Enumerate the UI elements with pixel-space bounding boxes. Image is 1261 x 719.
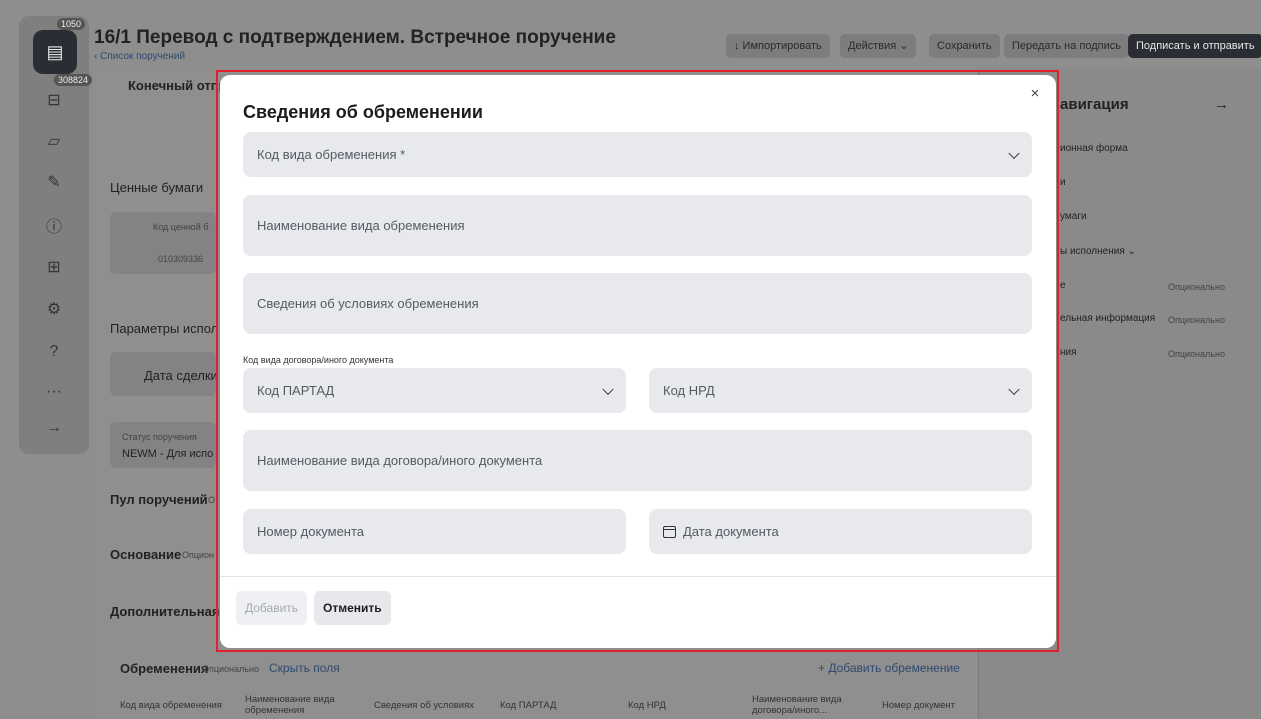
hide-fields-link[interactable]: Скрыть поля xyxy=(269,661,340,675)
add-button[interactable]: Добавить xyxy=(236,591,308,625)
additional-title: Дополнительная xyxy=(110,604,220,619)
exec-params-title: Параметры испол xyxy=(110,321,219,336)
encumbrances-title: Обременения xyxy=(120,661,209,676)
nav-item-optional: Опционально xyxy=(1168,315,1225,325)
navigation-collapse-icon[interactable]: → xyxy=(1214,96,1229,113)
security-code-value: 010309336 xyxy=(158,254,204,264)
nav-item[interactable]: е xyxy=(1060,280,1066,291)
final-sender-label: Конечный отпр xyxy=(128,78,227,93)
doc-number-input[interactable]: Номер документа xyxy=(243,509,626,554)
nav-item[interactable]: умаги xyxy=(1060,211,1087,222)
help-icon[interactable]: ? xyxy=(42,340,66,364)
actions-button[interactable]: Действия ⌄ xyxy=(840,34,917,58)
basis-optional: Опцион xyxy=(182,550,215,560)
sign-and-send-button[interactable]: Подписать и отправить xyxy=(1128,34,1261,58)
security-code-header: Код ценной б xyxy=(153,222,209,232)
notification-badge: 1050 xyxy=(57,18,86,30)
encumbrance-name-input[interactable]: Наименование вида обременения xyxy=(243,195,1032,256)
grid-icon[interactable]: ⊞ xyxy=(42,256,66,280)
send-to-sign-button[interactable]: Передать на подпись xyxy=(1004,34,1129,58)
inbox-icon[interactable]: ⊟ xyxy=(42,89,66,113)
basis-title: Основание xyxy=(110,547,182,562)
doc-number-placeholder: Номер документа xyxy=(257,524,365,539)
table-header-contract-name: Наименование вида договора/иного... xyxy=(752,694,842,716)
conditions-input[interactable]: Сведения об условиях обременения xyxy=(243,273,1032,334)
nav-item[interactable]: ельная информация xyxy=(1060,313,1155,324)
encumbrance-code-select[interactable]: Код вида обременения * xyxy=(243,132,1032,177)
add-encumbrance-link[interactable]: + Добавить обременение xyxy=(818,661,960,675)
table-header-encumbrance-code: Код вида обременения xyxy=(120,700,222,711)
close-icon[interactable]: × xyxy=(1026,85,1044,103)
doc-date-input[interactable]: Дата документа xyxy=(649,509,1032,554)
table-header-doc-number: Номер документ xyxy=(882,700,956,711)
nav-item[interactable]: ионная форма xyxy=(1060,143,1128,154)
info-icon[interactable]: ⓘ xyxy=(42,216,66,240)
count-badge: 308824 xyxy=(54,74,93,86)
status-value: NEWM - Для испо xyxy=(122,448,214,460)
securities-section-title: Ценные бумаги xyxy=(110,180,204,195)
contract-name-input[interactable]: Наименование вида договора/иного докумен… xyxy=(243,430,1032,491)
table-header-partad: Код ПАРТАД xyxy=(500,700,557,711)
calendar-icon xyxy=(663,525,676,538)
encumbrance-name-placeholder: Наименование вида обременения xyxy=(257,218,465,233)
document-icon[interactable]: ▤ xyxy=(33,30,77,74)
conditions-placeholder: Сведения об условиях обременения xyxy=(257,296,479,311)
encumbrance-code-placeholder: Код вида обременения * xyxy=(257,147,406,162)
breadcrumb[interactable]: ‹ Список поручений xyxy=(94,51,185,62)
left-rail: ▤ 1050 308824 ⊟ ▱ ✎ ⓘ ⊞ ⚙ ? ··· → xyxy=(19,16,93,454)
expand-arrow-icon[interactable]: → xyxy=(42,416,66,440)
doc-date-placeholder: Дата документа xyxy=(683,524,779,539)
status-field xyxy=(110,422,216,468)
note-icon[interactable]: ▱ xyxy=(42,130,66,154)
nrd-code-placeholder: Код НРД xyxy=(663,383,715,398)
modal-footer-divider xyxy=(220,576,1056,577)
encumbrances-optional: Опционально xyxy=(202,664,259,674)
cancel-button[interactable]: Отменить xyxy=(314,591,391,625)
import-button[interactable]: ↓ Импортировать xyxy=(726,34,830,58)
table-header-nrd: Код НРД xyxy=(628,700,666,711)
page-title: 16/1 Перевод с подтверждением. Встречное… xyxy=(94,27,616,48)
chevron-down-icon xyxy=(1008,147,1020,159)
partad-code-placeholder: Код ПАРТАД xyxy=(257,383,335,398)
status-label: Статус поручения xyxy=(122,432,197,442)
pool-optional: О xyxy=(208,495,216,505)
chevron-down-icon xyxy=(1008,383,1020,395)
settings-icon[interactable]: ⚙ xyxy=(42,298,66,322)
nrd-code-select[interactable]: Код НРД xyxy=(649,368,1032,413)
contract-name-placeholder: Наименование вида договора/иного докумен… xyxy=(257,453,543,468)
navigation-title: авигация xyxy=(1060,96,1129,113)
edit-icon[interactable]: ✎ xyxy=(42,171,66,195)
nav-item[interactable]: ния xyxy=(1060,347,1077,358)
encumbrance-modal: Сведения об обременении × Код вида обрем… xyxy=(220,75,1056,648)
more-icon[interactable]: ··· xyxy=(42,380,66,404)
nav-item-optional: Опционально xyxy=(1168,282,1225,292)
nav-item[interactable]: и xyxy=(1060,177,1066,188)
table-header-conditions: Сведения об условиях xyxy=(374,700,474,711)
modal-title: Сведения об обременении xyxy=(243,102,483,122)
contract-code-label: Код вида договора/иного документа xyxy=(243,355,394,365)
chevron-down-icon xyxy=(602,383,614,395)
deal-date-label: Дата сделки xyxy=(144,368,218,383)
nav-item-optional: Опционально xyxy=(1168,349,1225,359)
save-button[interactable]: Сохранить xyxy=(929,34,1000,58)
partad-code-select[interactable]: Код ПАРТАД xyxy=(243,368,626,413)
table-header-encumbrance-name: Наименование вида обременения xyxy=(245,694,335,716)
pool-title: Пул поручений xyxy=(110,492,208,507)
nav-item[interactable]: ы исполнения ⌄ xyxy=(1060,246,1136,257)
